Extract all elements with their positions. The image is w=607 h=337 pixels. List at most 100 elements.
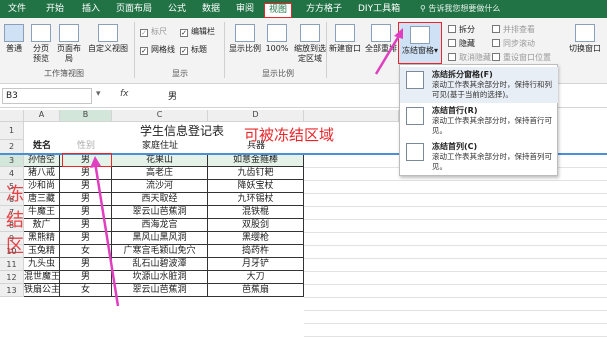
formula-bar-check-icon: ✓ xyxy=(180,29,188,37)
gridlines-label: 网格线 xyxy=(151,45,175,54)
custom-view-label: 自定义视图 xyxy=(88,44,128,53)
formula-bar-label: 编辑栏 xyxy=(191,27,215,36)
custom-view-button[interactable]: 自定义视图 xyxy=(86,24,130,54)
zoom-selection-icon xyxy=(300,24,320,42)
ruler-checkbox[interactable]: ✓ 标尺 xyxy=(140,26,167,37)
tell-me-search[interactable]: ⚲ 告诉我您想要做什么 xyxy=(420,3,500,14)
tab-home[interactable]: 开始 xyxy=(46,3,64,15)
ribbon-separator xyxy=(326,22,327,78)
zoom-label: 显示比例 xyxy=(229,44,261,53)
split-button[interactable]: 拆分 xyxy=(448,24,475,35)
gridlines-checkbox[interactable]: ✓ 网格线 xyxy=(140,44,175,55)
magnifier-icon xyxy=(235,24,255,42)
split-icon xyxy=(448,25,456,33)
unhide-icon xyxy=(448,53,456,61)
freeze-arrow-line xyxy=(374,33,402,75)
unhide-label: 取消隐藏 xyxy=(459,53,491,62)
tab-data[interactable]: 数据 xyxy=(202,3,220,15)
page-break-button[interactable]: 分页预览 xyxy=(30,24,52,64)
zoom-selection-label: 缩放到选定区域 xyxy=(294,44,326,63)
new-window-icon xyxy=(335,24,355,42)
headings-label: 标题 xyxy=(191,45,207,54)
gridlines-check-icon: ✓ xyxy=(140,47,148,55)
tab-file[interactable]: 文件 xyxy=(8,3,26,15)
arrow-head-icon xyxy=(90,156,101,168)
zoom-100-button[interactable]: 100% xyxy=(264,24,290,54)
freeze-panes-icon xyxy=(410,26,430,44)
tab-review[interactable]: 审阅 xyxy=(236,3,254,15)
dropdown-arrow-icon: ▾ xyxy=(433,46,438,55)
tab-view[interactable]: 视图 xyxy=(264,3,293,18)
menu-item-title: 冻结首行(R) xyxy=(432,106,478,115)
reset-window-label: 重设窗口位置 xyxy=(503,53,551,62)
ruler-check-icon: ✓ xyxy=(140,29,148,37)
tell-me-text: 告诉我您想要做什么 xyxy=(428,4,501,13)
side-by-side-button[interactable]: 并排查看 xyxy=(492,24,535,35)
hide-button[interactable]: 隐藏 xyxy=(448,38,475,49)
zoom-group-label: 显示比例 xyxy=(262,69,294,78)
menu-item-desc: 滚动工作表其余部分时，保持首列可见。 xyxy=(432,152,552,171)
headings-check-icon: ✓ xyxy=(180,47,188,55)
menu-item-desc: 滚动工作表其余部分时，保持行和列可见(基于当前的选择)。 xyxy=(432,80,552,99)
normal-view-icon xyxy=(4,24,24,42)
sync-scroll-icon xyxy=(492,39,500,47)
freeze-arrow-head-icon xyxy=(394,28,403,39)
formula-bar-checkbox[interactable]: ✓ 编辑栏 xyxy=(180,26,215,37)
tab-fangfang[interactable]: 方方格子 xyxy=(306,3,342,15)
side-by-side-label: 并排查看 xyxy=(503,25,535,34)
fx-icon[interactable]: fx xyxy=(120,89,129,99)
ribbon-separator xyxy=(224,22,225,78)
tab-diy[interactable]: DIY工具箱 xyxy=(358,3,400,15)
page-layout-label: 页面布局 xyxy=(57,44,81,63)
zoom-button[interactable]: 显示比例 xyxy=(228,24,262,54)
menu-item-title: 冻结拆分窗格(F) xyxy=(432,70,493,79)
vertical-arrow xyxy=(93,161,120,307)
normal-view-button[interactable]: 普通 xyxy=(2,24,26,54)
reset-window-icon xyxy=(492,53,500,61)
freeze-panes-menu: 冻结拆分窗格(F) 滚动工作表其余部分时，保持行和列可见(基于当前的选择)。 冻… xyxy=(399,64,558,176)
page-break-label: 分页预览 xyxy=(33,44,49,63)
formula-input[interactable]: 男 xyxy=(168,89,177,102)
show-group-label: 显示 xyxy=(172,69,188,78)
hide-icon xyxy=(448,39,456,47)
normal-view-label: 普通 xyxy=(6,44,22,53)
freeze-panes-menu-icon xyxy=(406,71,424,89)
name-box-dropdown-icon[interactable]: ▾ xyxy=(96,89,101,99)
new-window-label: 新建窗口 xyxy=(329,44,361,53)
freeze-top-row-icon xyxy=(406,107,424,125)
switch-window-label: 切换窗口 xyxy=(569,44,601,53)
zoom-100-icon xyxy=(267,24,287,42)
workbook-views-group-label: 工作簿视图 xyxy=(44,69,84,78)
menu-item-freeze-top-row[interactable]: 冻结首行(R) 滚动工作表其余部分时，保持首行可见。 xyxy=(400,103,558,139)
hide-label: 隐藏 xyxy=(459,39,475,48)
unhide-button[interactable]: 取消隐藏 xyxy=(448,52,491,63)
freeze-first-column-icon xyxy=(406,143,424,161)
custom-view-icon xyxy=(98,24,118,42)
gridline xyxy=(304,310,607,311)
menu-item-freeze-first-column[interactable]: 冻结首列(C) 滚动工作表其余部分时，保持首列可见。 xyxy=(400,139,558,175)
page-layout-view-button[interactable]: 页面布局 xyxy=(56,24,82,64)
sync-scroll-button[interactable]: 同步滚动 xyxy=(492,38,535,49)
switch-window-icon xyxy=(575,24,595,42)
ribbon-tab-bar: 文件 开始 插入 页面布局 公式 数据 审阅 视图 方方格子 DIY工具箱 ⚲ … xyxy=(0,0,607,18)
headings-checkbox[interactable]: ✓ 标题 xyxy=(180,44,207,55)
reset-window-button[interactable]: 重设窗口位置 xyxy=(492,52,551,63)
side-by-side-icon xyxy=(492,25,500,33)
ribbon-separator xyxy=(134,22,135,78)
menu-item-freeze-panes[interactable]: 冻结拆分窗格(F) 滚动工作表其余部分时，保持行和列可见(基于当前的选择)。 xyxy=(400,67,558,103)
zoom-100-label: 100% xyxy=(265,44,289,53)
name-box[interactable]: B3 xyxy=(2,88,92,104)
switch-window-button[interactable]: 切换窗口 xyxy=(566,24,604,54)
menu-item-title: 冻结首列(C) xyxy=(432,142,478,151)
new-window-button[interactable]: 新建窗口 xyxy=(328,24,362,54)
zoom-selection-button[interactable]: 缩放到选定区域 xyxy=(292,24,328,64)
ruler-label: 标尺 xyxy=(151,27,167,36)
split-label: 拆分 xyxy=(459,25,475,34)
tab-formulas[interactable]: 公式 xyxy=(168,3,186,15)
tab-page-layout[interactable]: 页面布局 xyxy=(116,3,152,15)
tab-insert[interactable]: 插入 xyxy=(82,3,100,15)
page-break-icon xyxy=(31,24,51,42)
gridline xyxy=(304,323,607,324)
sync-scroll-label: 同步滚动 xyxy=(503,39,535,48)
page-layout-icon xyxy=(59,24,79,42)
